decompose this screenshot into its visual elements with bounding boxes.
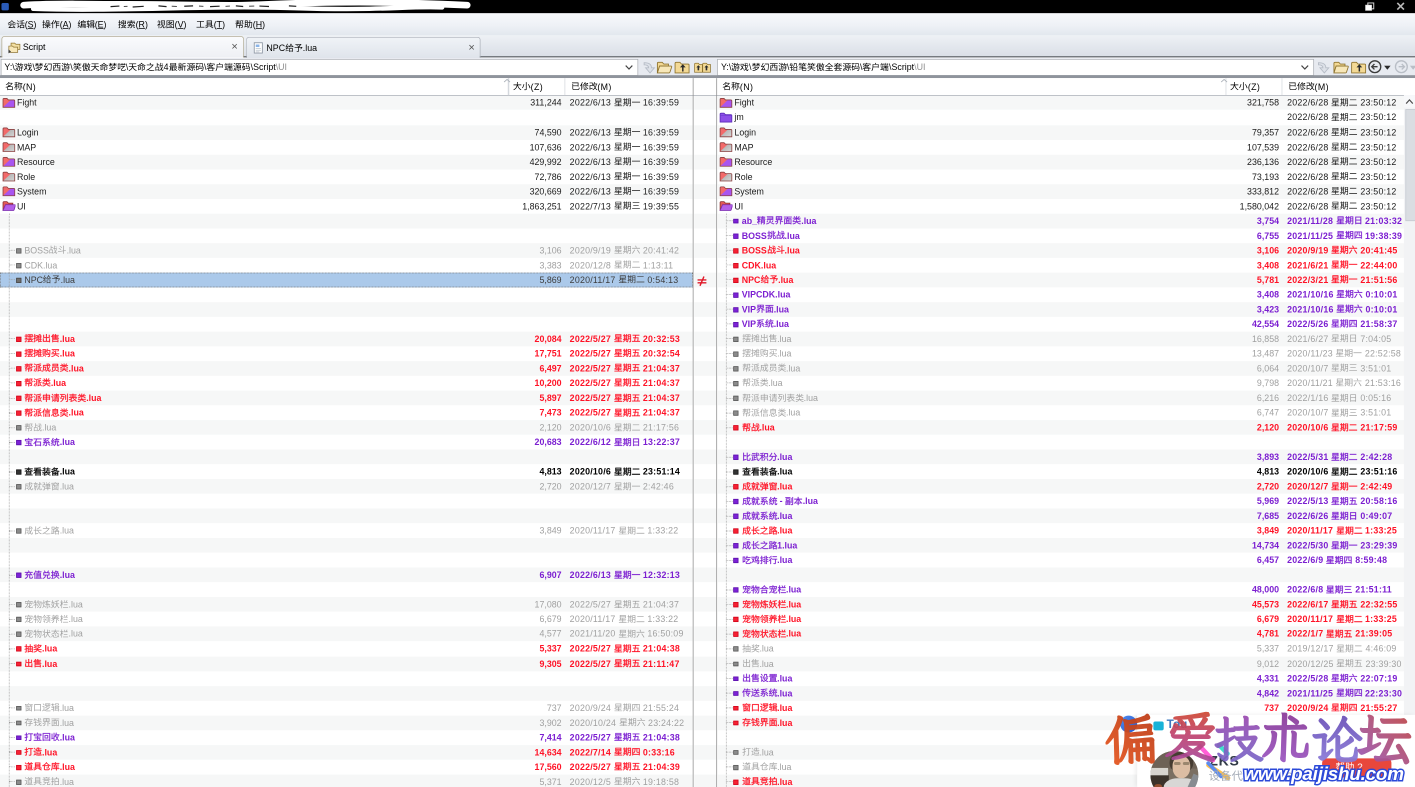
svg-text:www.paijishu.com: www.paijishu.com — [1243, 763, 1403, 784]
